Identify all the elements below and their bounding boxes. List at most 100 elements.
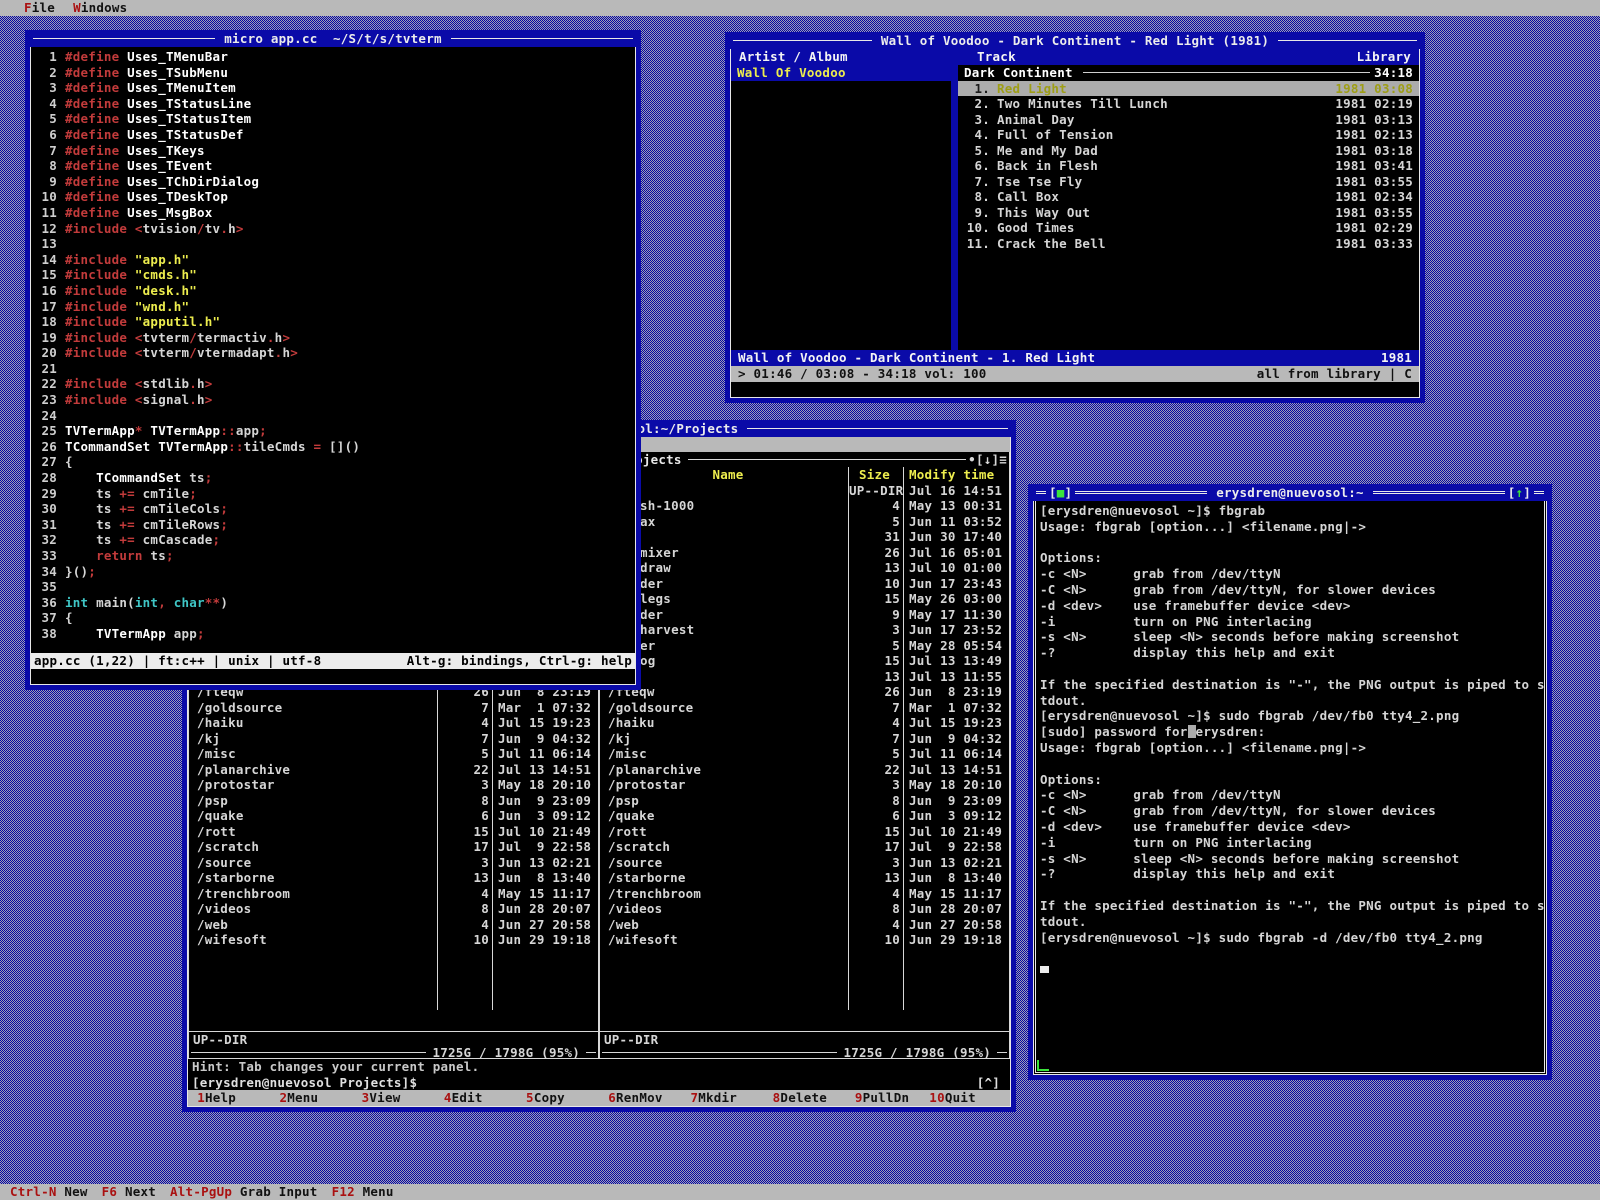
code-line[interactable]: 30 ts += cmTileCols; [33,501,635,517]
file-row[interactable]: /wifesoft10Jun 29 19:18 [189,932,598,948]
code-line[interactable]: 24 [33,408,635,424]
file-row[interactable] [600,963,1009,979]
file-row[interactable]: er5May 28 05:54 [600,638,1009,654]
file-row[interactable]: /haiku4Jul 15 19:23 [600,715,1009,731]
file-row[interactable]: /web4Jun 27 20:58 [189,917,598,933]
fm-prompt-text[interactable]: [erysdren@nuevosol Projects]$ [192,1075,417,1091]
fkey-menu[interactable]: 2Menu [270,1090,352,1106]
col-header-size[interactable]: Size [848,467,904,483]
fkey-edit[interactable]: 4Edit [435,1090,517,1106]
code-line[interactable]: 6#define Uses_TStatusDef [33,127,635,143]
window-editor[interactable]: micro app.cc ~/S/t/s/tvterm 1#define Use… [25,30,641,690]
code-line[interactable]: 11#define Uses_MsgBox [33,205,635,221]
resize-grip-icon[interactable] [1037,1060,1049,1071]
file-row[interactable]: /goldsource7Mar 1 07:32 [189,700,598,716]
track-row[interactable]: 9.This Way Out1981 03:55 [958,205,1419,221]
file-row[interactable] [600,948,1009,964]
fm-panel-header[interactable]: ~/Projects •[↓]≡ [600,452,1009,467]
file-row[interactable]: /fteqw26Jun 8 23:19 [600,684,1009,700]
file-row[interactable]: /trenchbroom4May 15 11:17 [189,886,598,902]
editor-body[interactable]: 1#define Uses_TMenuBar2#define Uses_TSub… [30,47,636,685]
file-row[interactable] [600,979,1009,995]
file-row[interactable]: /web4Jun 27 20:58 [600,917,1009,933]
file-row[interactable]: /protostar3May 18 20:10 [600,777,1009,793]
file-row[interactable] [189,979,598,995]
track-row[interactable]: 7.Tse Tse Fly1981 03:55 [958,174,1419,190]
file-row[interactable]: /starborne13Jun 8 13:40 [189,870,598,886]
file-row[interactable]: /misc5Jul 11 06:14 [600,746,1009,762]
fkey-view[interactable]: 3View [352,1090,434,1106]
code-line[interactable]: 33 return ts; [33,548,635,564]
col-header-modify-time[interactable]: Modify time [904,467,1009,483]
code-line[interactable]: 23#include <signal.h> [33,392,635,408]
player-title-bar[interactable]: Wall of Voodoo - Dark Continent - Red Li… [730,32,1420,49]
file-row[interactable]: /videos8Jun 28 20:07 [600,901,1009,917]
shortcut-new[interactable]: Ctrl-N New [10,1184,88,1200]
code-line[interactable]: 17#include "wnd.h" [33,299,635,315]
album-name[interactable]: Dark Continent [958,65,1079,81]
code-line[interactable]: 12#include <tvision/tv.h> [33,221,635,237]
file-row[interactable]: /kj7Jun 9 04:32 [600,731,1009,747]
code-line[interactable]: 7#define Uses_TKeys [33,143,635,159]
code-line[interactable]: 35 [33,579,635,595]
file-row[interactable] [189,963,598,979]
terminal-body[interactable]: [erysdren@nuevosol ~]$ fbgrabUsage: fbgr… [1033,501,1547,1075]
fm-command-prompt[interactable]: [erysdren@nuevosol Projects]$ [^] [188,1075,1010,1091]
code-line[interactable]: 28 TCommandSet ts; [33,470,635,486]
window-music-player[interactable]: Wall of Voodoo - Dark Continent - Red Li… [725,32,1425,403]
code-line[interactable]: 19#include <tvterm/termactiv.h> [33,330,635,346]
file-row[interactable]: /psp8Jun 9 23:09 [600,793,1009,809]
maximize-button[interactable]: [↑] [1508,485,1531,501]
code-line[interactable]: 25TVTermApp* TVTermApp::app; [33,423,635,439]
code-line[interactable]: 21 [33,361,635,377]
code-line[interactable]: 32 ts += cmCascade; [33,532,635,548]
fkey-renmov[interactable]: 6RenMov [599,1090,681,1106]
file-row[interactable]: /trenchbroom4May 15 11:17 [600,886,1009,902]
track-row[interactable]: 4.Full of Tension1981 02:13 [958,127,1419,143]
track-row[interactable]: 1.Red Light1981 03:08 [958,81,1419,97]
file-row[interactable]: 31Jun 30 17:40 [600,529,1009,545]
code-line[interactable]: 13 [33,236,635,252]
code-line[interactable]: 36int main(int, char**) [33,595,635,611]
file-row[interactable]: /planarchive22Jul 13 14:51 [189,762,598,778]
code-line[interactable]: 31 ts += cmTileRows; [33,517,635,533]
code-line[interactable]: 1#define Uses_TMenuBar [33,49,635,65]
code-line[interactable]: 27{ [33,454,635,470]
track-row[interactable]: 2.Two Minutes Till Lunch1981 02:19 [958,96,1419,112]
track-row[interactable]: 10.Good Times1981 02:29 [958,220,1419,236]
code-line[interactable]: 20#include <tvterm/vtermadapt.h> [33,345,635,361]
artist-list-pane[interactable]: Wall Of Voodoo [731,65,958,350]
file-row[interactable]: /starborne13Jun 8 13:40 [600,870,1009,886]
shortcut-next[interactable]: F6 Next [102,1184,156,1200]
code-line[interactable]: 16#include "desk.h" [33,283,635,299]
code-line[interactable]: 37{ [33,610,635,626]
file-row[interactable] [600,994,1009,1010]
file-row[interactable]: /source3Jun 13 02:21 [600,855,1009,871]
track-row[interactable]: 3.Animal Day1981 03:13 [958,112,1419,128]
sort-arrow-icon[interactable]: •[↓]≡ [968,452,1009,468]
file-row[interactable]: legs15May 26 03:00 [600,591,1009,607]
fm-column-headers[interactable]: Name Size Modify time [600,467,1009,483]
artist-row-selected[interactable]: Wall Of Voodoo [731,65,951,81]
file-row[interactable]: /misc5Jul 11 06:14 [189,746,598,762]
file-row[interactable]: /source3Jun 13 02:21 [189,855,598,871]
file-row[interactable]: mixer26Jul 16 05:01 [600,545,1009,561]
track-row[interactable]: 6.Back in Flesh1981 03:41 [958,158,1419,174]
code-line[interactable]: 14#include "app.h" [33,252,635,268]
window-terminal[interactable]: [■]erysdren@nuevosol:~[↑] [erysdren@nuev… [1028,484,1552,1080]
album-header-row[interactable]: Dark Continent 34:18 [958,65,1419,81]
code-line[interactable]: 8#define Uses_TEvent [33,158,635,174]
fkey-delete[interactable]: 8Delete [763,1090,845,1106]
code-line[interactable]: 15#include "cmds.h" [33,267,635,283]
fm-history-icon[interactable]: [^] [977,1075,1000,1091]
file-row[interactable]: /wifesoft10Jun 29 19:18 [600,932,1009,948]
fm-panel-right[interactable]: ~/Projects •[↓]≡ Name Size Modify time U… [599,452,1010,1059]
code-line[interactable]: 18#include "apputil.h" [33,314,635,330]
shortcut-grab-input[interactable]: Alt-PgUp Grab Input [170,1184,318,1200]
shortcut-menu[interactable]: F12 Menu [332,1184,394,1200]
menu-item-windows[interactable]: Windows [73,0,127,16]
player-status-bar[interactable]: > 01:46 / 03:08 - 34:18 vol: 100 all fro… [731,366,1419,382]
file-row[interactable]: draw13Jul 10 01:00 [600,560,1009,576]
fkey-pulldn[interactable]: 9PullDn [846,1090,928,1106]
terminal-title-bar[interactable]: [■]erysdren@nuevosol:~[↑] [1033,484,1547,501]
